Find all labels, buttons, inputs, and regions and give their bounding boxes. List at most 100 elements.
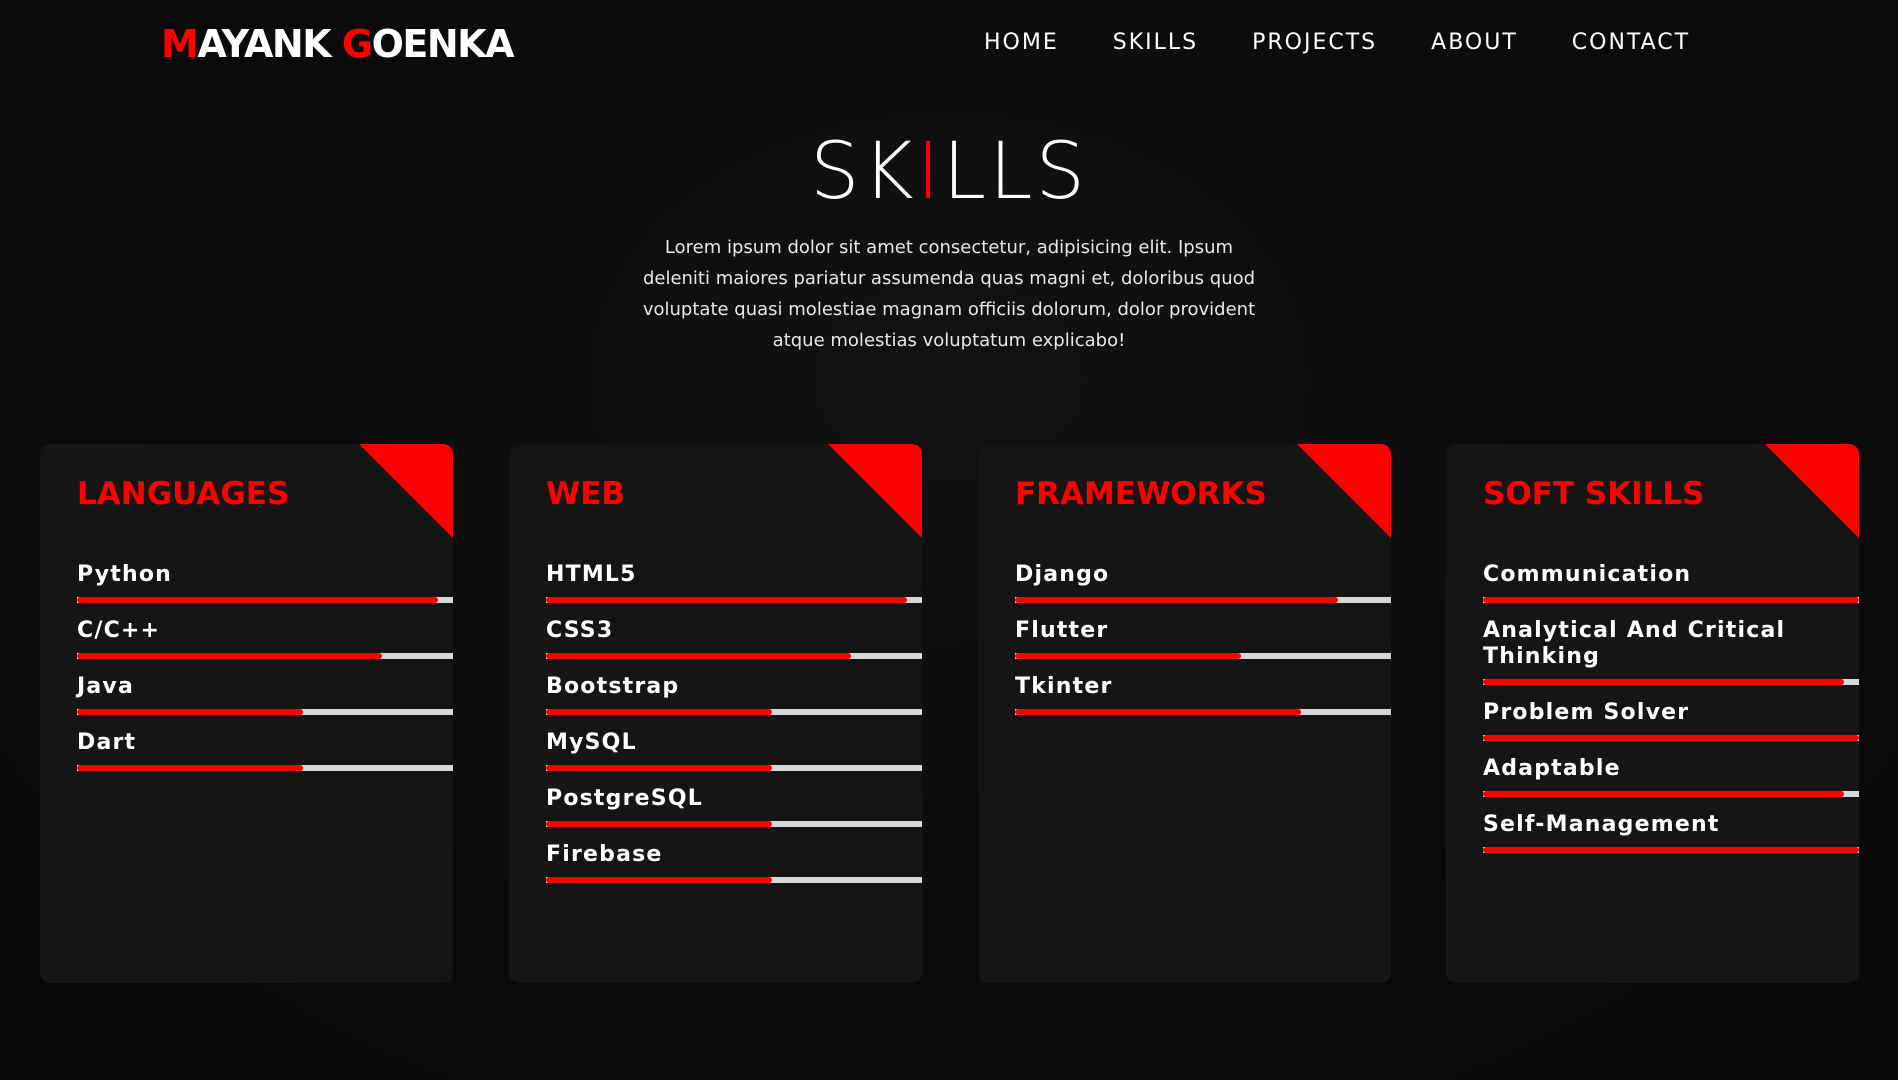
skill-name: Django: [1015, 562, 1110, 587]
skill-progress-track: [546, 765, 922, 771]
skill-progress-track: [77, 597, 453, 603]
skill-progress-track: [77, 709, 453, 715]
skill-progress-fill: [1015, 653, 1241, 659]
skill-progress-fill: [546, 821, 772, 827]
nav-skills-link[interactable]: SKILLS: [1113, 26, 1198, 60]
skill-progress-track: [1483, 597, 1859, 603]
skill-name: Self-Management: [1483, 812, 1720, 837]
skill-item: Adaptable: [1483, 756, 1859, 797]
skill-progress-fill: [77, 597, 438, 603]
skill-name: Flutter: [1015, 618, 1109, 643]
intro-paragraph: Lorem ipsum dolor sit amet consectetur, …: [642, 237, 1256, 351]
skill-item: Communication: [1483, 562, 1859, 603]
skill-name: Dart: [77, 730, 137, 755]
card-corner-decoration: [1297, 444, 1391, 538]
skill-item: C/C++: [77, 618, 453, 659]
skill-item: Flutter: [1015, 618, 1391, 659]
skill-progress-fill: [546, 765, 772, 771]
title-part-right: LLS: [942, 127, 1089, 217]
nav-contact-link[interactable]: CONTACT: [1572, 26, 1690, 60]
skill-list: Python C/C++ Java Dart: [77, 562, 453, 786]
skill-name: Java: [77, 674, 135, 699]
skill-name: CSS3: [546, 618, 614, 643]
skill-card-web: WEB HTML5 CSS3 Bootstrap MySQL PostgreSQL Fir…: [509, 444, 922, 983]
skill-progress-track: [1483, 679, 1859, 685]
main-menu: HOME SKILLS PROJECTS ABOUT CONTACT: [984, 26, 1690, 60]
skill-item: CSS3: [546, 618, 922, 659]
skill-name: Problem Solver: [1483, 700, 1690, 725]
skill-progress-track: [1483, 847, 1859, 853]
skill-progress-fill: [1483, 597, 1859, 603]
skill-progress-fill: [1483, 847, 1859, 853]
skill-name: MySQL: [546, 730, 637, 755]
skill-item: Python: [77, 562, 453, 603]
skill-progress-track: [546, 709, 922, 715]
skill-name: Tkinter: [1015, 674, 1113, 699]
skill-progress-fill: [1015, 597, 1339, 603]
nav-home-link[interactable]: HOME: [984, 26, 1059, 60]
site-logo[interactable]: MAYANK GOENKA: [161, 20, 515, 68]
skill-progress-track: [1015, 709, 1391, 715]
top-navbar: MAYANK GOENKA HOME SKILLS PROJECTS ABOUT…: [0, 0, 1898, 86]
skill-name: PostgreSQL: [546, 786, 703, 811]
skill-card-frameworks: FRAMEWORKS Django Flutter Tkinter: [978, 444, 1391, 983]
skill-progress-track: [1015, 653, 1391, 659]
skill-list: Communication Analytical And Critical Thi…: [1483, 562, 1859, 868]
skill-progress-track: [1015, 597, 1391, 603]
logo-last-name: OENKA: [371, 22, 515, 66]
skill-item: Firebase: [546, 842, 922, 883]
skill-progress-track: [1483, 791, 1859, 797]
skill-progress-fill: [1483, 679, 1844, 685]
skill-name: Firebase: [546, 842, 663, 867]
skill-item: Tkinter: [1015, 674, 1391, 715]
logo-initial-g: G: [341, 22, 373, 66]
logo-initial-m: M: [161, 22, 199, 66]
skill-item: Dart: [77, 730, 453, 771]
card-corner-decoration: [828, 444, 922, 538]
skill-name: C/C++: [77, 618, 161, 643]
skill-name: Adaptable: [1483, 756, 1621, 781]
skill-item: MySQL: [546, 730, 922, 771]
card-title: FRAMEWORKS: [1015, 476, 1267, 512]
skill-item: Problem Solver: [1483, 700, 1859, 741]
skill-progress-track: [546, 821, 922, 827]
skill-progress-track: [1483, 735, 1859, 741]
logo-first-name: AYANK: [197, 22, 342, 66]
skill-progress-fill: [546, 709, 772, 715]
skill-item: HTML5: [546, 562, 922, 603]
skill-item: Bootstrap: [546, 674, 922, 715]
skill-name: Bootstrap: [546, 674, 680, 699]
skill-progress-track: [546, 653, 922, 659]
card-title: WEB: [546, 476, 625, 512]
skill-name: Python: [77, 562, 173, 587]
skill-progress-track: [77, 653, 453, 659]
skill-progress-fill: [77, 765, 303, 771]
skill-card-soft-skills: SOFT SKILLS Communication Analytical And …: [1446, 444, 1859, 983]
nav-projects-link[interactable]: PROJECTS: [1252, 26, 1377, 60]
skill-progress-track: [546, 597, 922, 603]
skill-list: Django Flutter Tkinter: [1015, 562, 1391, 730]
skill-item: PostgreSQL: [546, 786, 922, 827]
skill-name: HTML5: [546, 562, 637, 587]
card-title: SOFT SKILLS: [1483, 476, 1705, 512]
page-title: SKILLS: [0, 124, 1898, 220]
skill-progress-fill: [77, 709, 303, 715]
card-corner-decoration: [1765, 444, 1859, 538]
skill-progress-track: [546, 877, 922, 883]
title-part-left: SK: [809, 127, 917, 217]
card-corner-decoration: [359, 444, 453, 538]
skill-item: Self-Management: [1483, 812, 1859, 853]
skill-progress-fill: [1483, 735, 1859, 741]
skill-item: Analytical And Critical Thinking: [1483, 618, 1859, 685]
skill-progress-fill: [1015, 709, 1301, 715]
skill-progress-fill: [1483, 791, 1844, 797]
skill-progress-track: [77, 765, 453, 771]
skill-item: Django: [1015, 562, 1391, 603]
skill-progress-fill: [546, 597, 907, 603]
skill-progress-fill: [546, 877, 772, 883]
nav-about-link[interactable]: ABOUT: [1431, 26, 1518, 60]
skill-progress-fill: [546, 653, 851, 659]
skill-list: HTML5 CSS3 Bootstrap MySQL PostgreSQL Firebas…: [546, 562, 922, 898]
skill-name: Communication: [1483, 562, 1692, 587]
title-accent-bar: I: [916, 127, 943, 217]
